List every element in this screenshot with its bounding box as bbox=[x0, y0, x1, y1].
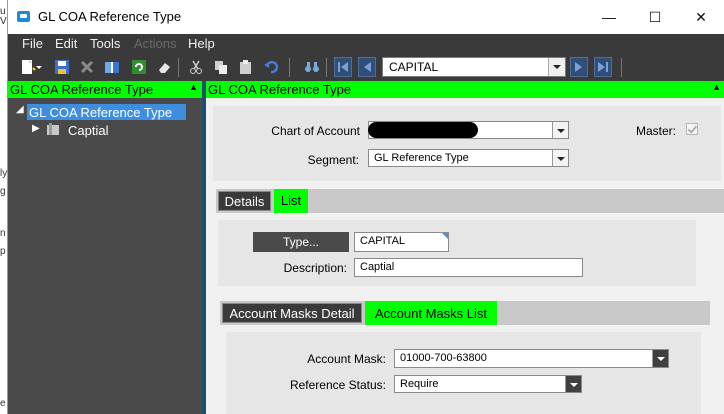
reference-status-value: Require bbox=[400, 378, 439, 390]
minimize-button[interactable]: — bbox=[586, 0, 632, 34]
menu-help[interactable]: Help bbox=[188, 36, 215, 51]
tree-item-captial[interactable]: ▶ Captial bbox=[32, 122, 112, 138]
menu-actions[interactable]: Actions bbox=[134, 36, 177, 51]
new-icon[interactable] bbox=[20, 59, 36, 75]
segment-label: Segment: bbox=[307, 153, 359, 167]
previous-record-button[interactable] bbox=[358, 57, 376, 77]
folder-icon bbox=[46, 123, 60, 136]
account-mask-label: Account Mask: bbox=[307, 352, 386, 366]
tab-account-masks-list[interactable]: Account Masks List bbox=[365, 301, 497, 325]
tree-item-root-label: GL COA Reference Type bbox=[29, 105, 173, 120]
menu-file[interactable]: File bbox=[22, 36, 43, 51]
first-record-button[interactable] bbox=[334, 57, 352, 77]
refresh-icon[interactable] bbox=[131, 59, 147, 75]
binoculars-icon[interactable] bbox=[304, 59, 320, 75]
chart-of-account-label: Chart of Account bbox=[271, 124, 360, 138]
toolbar-separator bbox=[289, 58, 290, 77]
menu-tools[interactable]: Tools bbox=[90, 36, 120, 51]
record-selector-value: CAPITAL bbox=[389, 60, 439, 74]
collapsed-triangle-icon[interactable]: ▶ bbox=[32, 123, 40, 134]
app-icon bbox=[17, 11, 30, 22]
menu-bar: File Edit Tools Actions Help bbox=[8, 34, 724, 54]
main-pane: GL COA Reference Type ▲ Chart of Account… bbox=[206, 81, 724, 414]
cut-icon[interactable] bbox=[188, 59, 204, 75]
pin-icon[interactable]: ▲ bbox=[712, 82, 721, 92]
segment-select[interactable]: GL Reference Type bbox=[368, 149, 569, 167]
tab-details[interactable]: Details bbox=[216, 189, 273, 213]
description-value: Captial bbox=[360, 261, 395, 273]
toolbar: CAPITAL bbox=[8, 54, 724, 81]
tab-account-masks-detail[interactable]: Account Masks Detail bbox=[220, 301, 364, 325]
type-value: CAPITAL bbox=[360, 235, 406, 247]
toolbar-separator bbox=[178, 58, 179, 77]
tree-pane: GL COA Reference Type ▲ ◢ GL COA Referen… bbox=[8, 81, 202, 414]
description-field[interactable]: Captial bbox=[354, 258, 583, 277]
chevron-down-icon[interactable] bbox=[652, 350, 668, 367]
main-pane-title: GL COA Reference Type bbox=[208, 82, 352, 97]
menu-edit[interactable]: Edit bbox=[55, 36, 77, 51]
maximize-button[interactable]: ☐ bbox=[632, 0, 678, 34]
type-button[interactable]: Type... bbox=[253, 232, 349, 252]
undo-icon[interactable] bbox=[263, 59, 279, 75]
reference-status-select[interactable]: Require bbox=[394, 375, 582, 393]
master-checkbox[interactable] bbox=[686, 123, 698, 135]
main-pane-header: GL COA Reference Type ▲ bbox=[206, 81, 724, 98]
segment-value: GL Reference Type bbox=[374, 152, 469, 164]
chevron-down-icon[interactable] bbox=[552, 122, 568, 138]
tree-pane-title: GL COA Reference Type bbox=[10, 82, 154, 97]
chevron-down-icon[interactable] bbox=[548, 58, 565, 76]
tree-pane-header: GL COA Reference Type ▲ bbox=[8, 81, 202, 98]
book-icon[interactable] bbox=[104, 59, 120, 75]
redaction-mark bbox=[368, 122, 478, 138]
masks-tabstrip: Account Masks Detail Account Masks List bbox=[220, 301, 710, 325]
record-selector[interactable]: CAPITAL bbox=[382, 57, 566, 77]
expanded-triangle-icon[interactable]: ◢ bbox=[16, 104, 24, 115]
pin-icon[interactable]: ▲ bbox=[189, 82, 198, 92]
close-button[interactable]: ✕ bbox=[678, 0, 724, 34]
chevron-down-icon[interactable] bbox=[552, 150, 568, 166]
toolbar-separator bbox=[621, 58, 622, 77]
chevron-down-icon[interactable] bbox=[565, 376, 581, 392]
tab-list[interactable]: List bbox=[274, 189, 308, 213]
title-bar: GL COA Reference Type — ☐ ✕ bbox=[8, 0, 724, 34]
corner-marker-icon bbox=[442, 233, 448, 239]
description-label: Description: bbox=[283, 261, 347, 275]
window-title: GL COA Reference Type bbox=[38, 9, 182, 24]
next-record-button[interactable] bbox=[570, 57, 588, 77]
last-record-button[interactable] bbox=[594, 57, 612, 77]
account-masks-panel: Account Mask: 01000-700-63800 Reference … bbox=[226, 332, 701, 414]
type-field[interactable]: CAPITAL bbox=[354, 232, 449, 252]
copy-icon[interactable] bbox=[213, 59, 229, 75]
delete-icon[interactable] bbox=[79, 59, 95, 75]
toolbar-separator bbox=[326, 58, 327, 77]
reference-status-label: Reference Status: bbox=[289, 378, 386, 392]
tree-item-captial-label: Captial bbox=[68, 123, 109, 138]
account-mask-value: 01000-700-63800 bbox=[400, 352, 487, 364]
main-tabstrip: Details List bbox=[216, 189, 724, 213]
eraser-icon[interactable] bbox=[156, 59, 172, 75]
new-dropdown-icon[interactable] bbox=[35, 59, 43, 75]
app-window: GL COA Reference Type — ☐ ✕ File Edit To… bbox=[7, 0, 724, 414]
master-label: Master: bbox=[635, 124, 676, 138]
tree-item-root[interactable]: GL COA Reference Type bbox=[27, 104, 186, 120]
account-mask-select[interactable]: 01000-700-63800 bbox=[394, 349, 669, 368]
save-icon[interactable] bbox=[54, 59, 70, 75]
paste-icon[interactable] bbox=[238, 59, 254, 75]
header-panel: Chart of Account Segment: GL Reference T… bbox=[213, 106, 721, 181]
